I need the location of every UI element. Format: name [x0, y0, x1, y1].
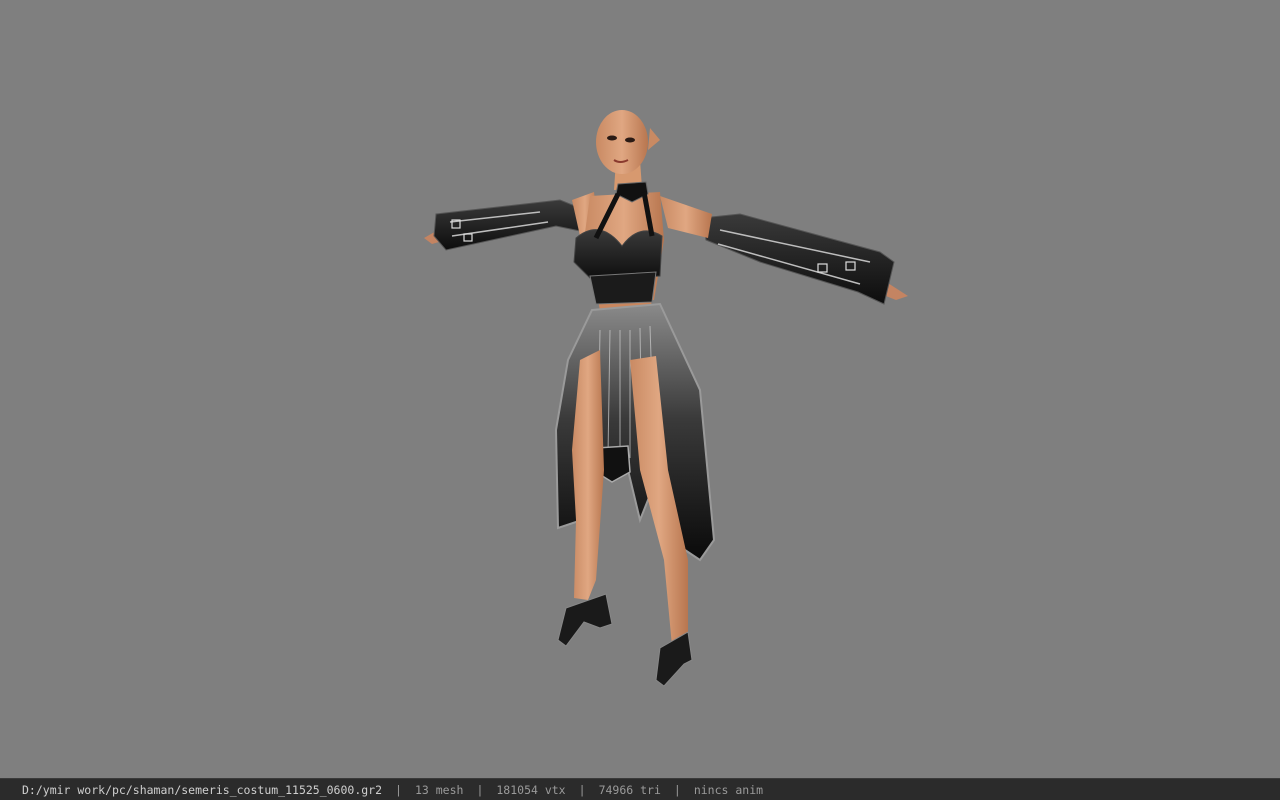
separator: |: [476, 782, 484, 797]
animation-status-label: nincs anim: [693, 782, 764, 797]
vertex-count-label: 181054 vtx: [496, 782, 566, 797]
3d-viewport[interactable]: [0, 0, 1280, 778]
triangle-count-label: 74966 tri: [598, 782, 661, 797]
character-model: [424, 110, 908, 687]
file-path-label: D:/ymir work/pc/shaman/semeris_costum_11…: [22, 782, 383, 797]
separator: |: [395, 782, 402, 797]
separator: |: [578, 782, 586, 797]
status-bar: D:/ymir work/pc/shaman/semeris_costum_11…: [0, 778, 1280, 800]
separator: |: [673, 782, 681, 797]
mesh-count-label: 13 mesh: [414, 782, 464, 797]
